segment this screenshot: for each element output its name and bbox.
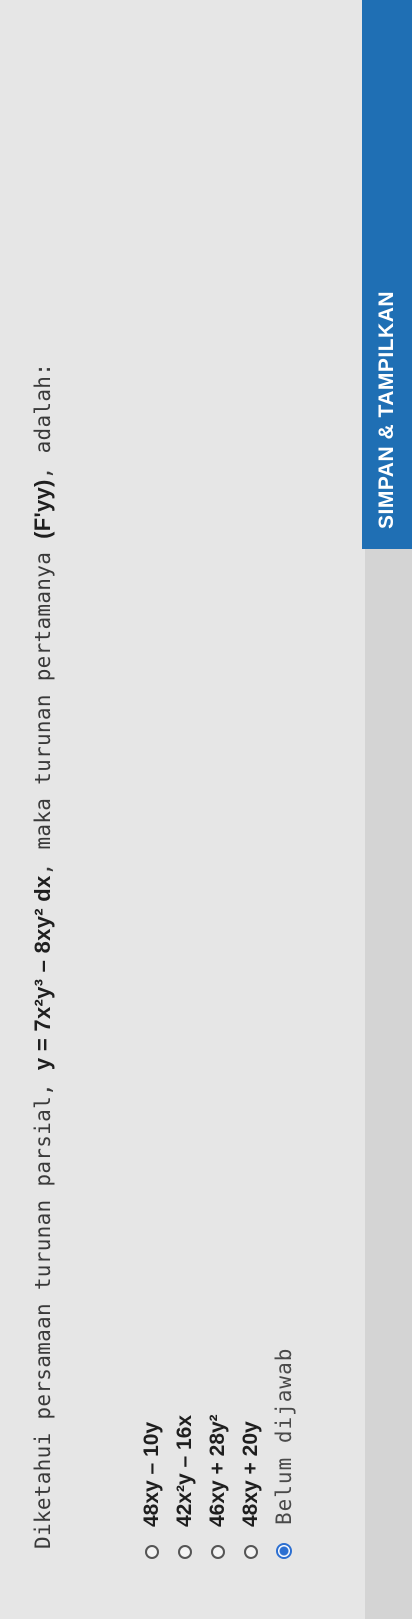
answer-options: 48xy – 10y 42x²y – 16x 46xy + 28y² 48xy …: [135, 1348, 300, 1559]
radio-button[interactable]: [210, 1545, 225, 1559]
unanswered-label: Belum dijawab: [271, 1347, 296, 1525]
radio-button[interactable]: [144, 1545, 159, 1559]
question-text: Diketahui persamaan turunan parsial, y =…: [30, 19, 56, 1549]
answer-label: 46xy + 28y²: [205, 1414, 229, 1527]
answer-label: 42x²y – 16x: [172, 1414, 196, 1527]
quiz-panel: Diketahui persamaan turunan parsial, y =…: [0, 0, 412, 1619]
screen: Diketahui persamaan turunan parsial, y =…: [0, 0, 412, 1619]
answer-option-d[interactable]: 48xy + 20y: [234, 1348, 267, 1559]
question-end: , adalah:: [31, 362, 55, 480]
radio-button[interactable]: [243, 1545, 258, 1559]
answer-option-c[interactable]: 46xy + 28y²: [201, 1348, 234, 1559]
answer-option-b[interactable]: 42x²y – 16x: [168, 1348, 201, 1559]
question-term: (F'yy): [30, 479, 55, 539]
question-intro: Diketahui persamaan turunan parsial,: [31, 1070, 55, 1549]
answer-label: 48xy – 10y: [139, 1421, 163, 1527]
radio-button-selected[interactable]: [275, 1543, 292, 1559]
question-middle: , maka turunan pertamanya: [31, 538, 55, 876]
answer-label: 48xy + 20y: [238, 1421, 262, 1527]
answer-option-a[interactable]: 48xy – 10y: [135, 1348, 168, 1559]
question-equation: y = 7x²y³ – 8xy² dx: [30, 875, 55, 1071]
radio-button[interactable]: [177, 1545, 192, 1559]
save-and-show-button[interactable]: SIMPAN & TAMPILKAN: [362, 0, 412, 549]
answer-option-unanswered[interactable]: Belum dijawab: [267, 1348, 300, 1559]
